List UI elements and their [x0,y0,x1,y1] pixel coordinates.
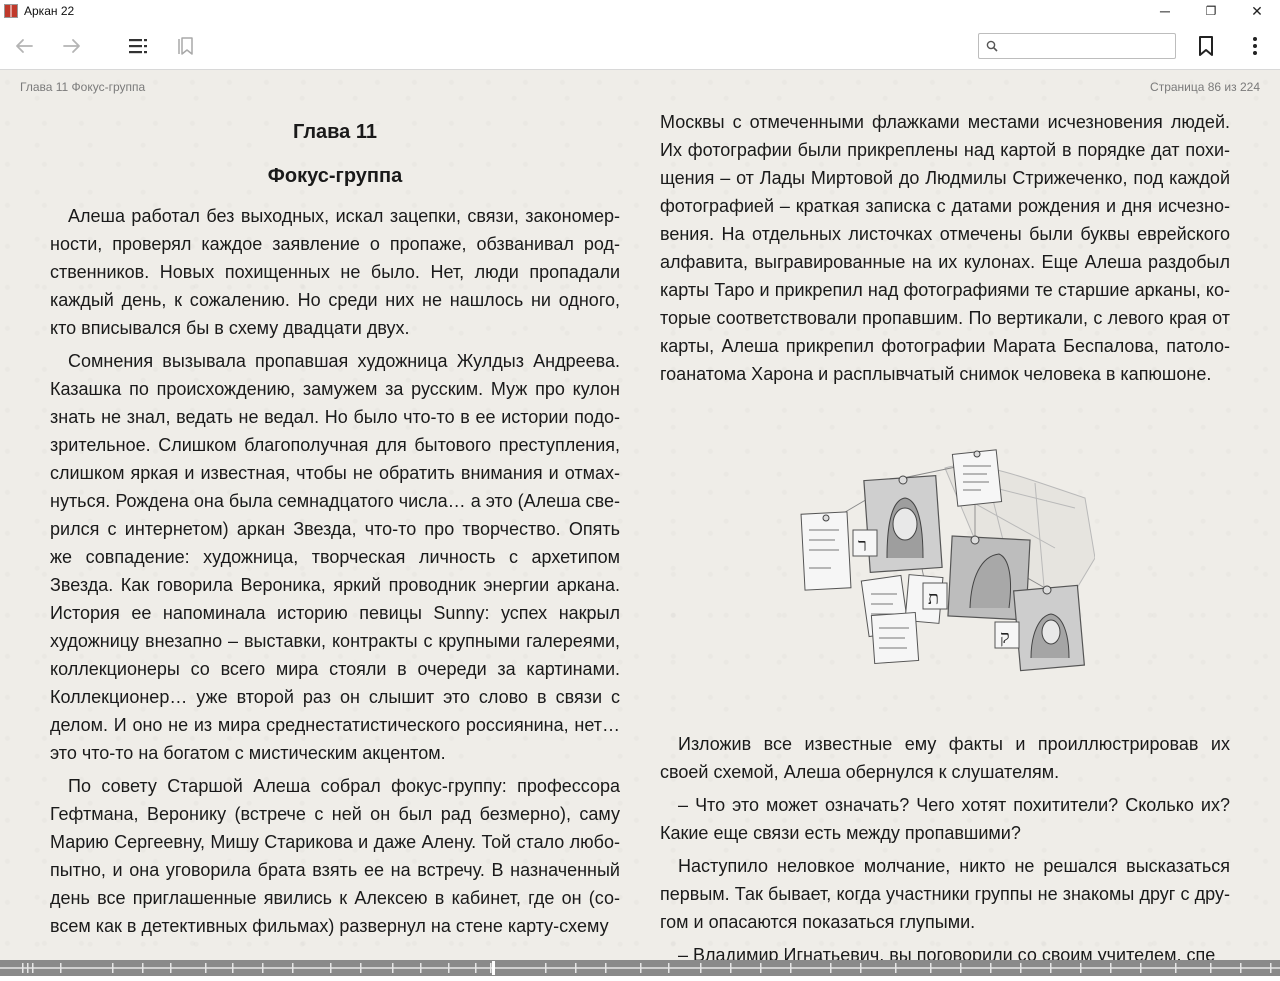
table-of-contents-icon [129,39,147,54]
table-of-contents-button[interactable] [126,34,150,58]
chapter-tick[interactable] [1240,963,1242,973]
chapter-tick[interactable] [1175,963,1177,973]
chapter-tick[interactable] [830,963,832,973]
arrow-left-icon [16,39,33,53]
reader-area[interactable]: Глава 11 Фокус-группа Страница 86 из 224… [0,70,1280,965]
running-head-page: Страница 86 из 224 [1150,80,1260,94]
hebrew-letter: ר [858,535,867,556]
chapter-tick[interactable] [700,963,702,973]
search-icon [986,40,998,52]
chapter-tick[interactable] [730,963,732,973]
chapter-tick[interactable] [668,963,670,973]
chapter-tick[interactable] [420,963,422,973]
chapter-tick[interactable] [640,963,642,973]
chapter-tick[interactable] [448,963,450,973]
chapter-tick[interactable] [930,963,932,973]
chapter-tick[interactable] [330,963,332,973]
chapter-tick[interactable] [760,963,762,973]
paragraph: Наступило неловкое молчание, никто не ре… [660,856,1230,932]
left-page: Глава 11 Фокус-группа Алеша работал без … [50,110,620,945]
arrow-right-icon [63,39,80,53]
bookmark-button[interactable] [1194,34,1218,58]
chapter-tick[interactable] [860,963,862,973]
search-input[interactable] [1001,36,1175,58]
chapter-tick[interactable] [895,963,897,973]
maximize-button[interactable]: ❐ [1188,0,1234,22]
close-button[interactable]: ✕ [1234,0,1280,22]
forward-button[interactable] [60,34,84,58]
paragraph: Москвы с отмеченными флажками местами ис… [660,112,1230,384]
window-title: Аркан 22 [24,4,75,18]
more-menu-button[interactable] [1243,34,1267,58]
progress-handle[interactable] [492,961,495,975]
chapter-tick[interactable] [1270,963,1272,973]
illustration: ר ת ק [660,398,1230,718]
chapter-tick[interactable] [232,963,234,973]
chapter-number: Глава 11 [292,121,378,143]
chapter-tick[interactable] [112,963,114,973]
search-box[interactable] [978,33,1176,59]
chapter-tick[interactable] [292,963,294,973]
page-progress-bar[interactable] [0,960,1280,976]
more-vertical-icon [1253,37,1257,55]
paragraph: Изложив все известные ему факты и проилл… [660,734,1230,782]
chapter-tick[interactable] [205,963,207,973]
chapter-tick[interactable] [490,963,492,973]
chapter-tick[interactable] [32,963,34,973]
app-icon [4,4,18,18]
right-page: Москвы с отмеченными флажками местами ис… [660,108,1230,974]
chapter-tick[interactable] [575,963,577,973]
bookmark-icon [1199,36,1213,56]
progress-track [0,961,1280,975]
chapter-title: Фокус-группа [267,165,403,187]
title-bar: Аркан 22 ─ ❐ ✕ [0,0,1280,22]
chapter-tick[interactable] [545,963,547,973]
toolbar [0,22,1280,70]
chapter-tick[interactable] [22,963,24,973]
chapter-tick[interactable] [1080,963,1082,973]
paragraph: Сомнения вызывала пропавшая художница Жу… [50,351,620,763]
paragraph: По совету Старшой Алеша собрал фокус-гру… [50,776,620,936]
back-button[interactable] [12,34,36,58]
chapter-tick[interactable] [262,963,264,973]
paragraph: – Что это может означать? Чего хотят пох… [660,795,1230,843]
crime-board-illustration: ר ת ק [800,449,1095,672]
running-head-chapter: Глава 11 Фокус-группа [20,80,146,94]
chapter-tick[interactable] [360,963,362,973]
bookmarks-list-icon [178,37,193,55]
bookmarks-list-button[interactable] [174,34,198,58]
chapter-tick[interactable] [605,963,607,973]
chapter-tick[interactable] [1050,963,1052,973]
chapter-tick[interactable] [170,963,172,973]
chapter-tick[interactable] [60,963,62,973]
hebrew-letter: ק [1000,627,1010,648]
chapter-tick[interactable] [1210,963,1212,973]
paragraph: Алеша работал без выходных, искал зацепк… [50,206,620,338]
chapter-tick[interactable] [27,963,29,973]
hebrew-letter: ת [928,588,939,609]
chapter-tick[interactable] [960,963,962,973]
chapter-tick[interactable] [1020,963,1022,973]
chapter-tick[interactable] [1140,963,1142,973]
chapter-tick[interactable] [475,963,477,973]
chapter-tick[interactable] [142,963,144,973]
chapter-tick[interactable] [790,963,792,973]
minimize-button[interactable]: ─ [1142,0,1188,22]
chapter-tick[interactable] [392,963,394,973]
window-controls: ─ ❐ ✕ [1142,0,1280,22]
chapter-tick[interactable] [990,963,992,973]
chapter-tick[interactable] [1110,963,1112,973]
